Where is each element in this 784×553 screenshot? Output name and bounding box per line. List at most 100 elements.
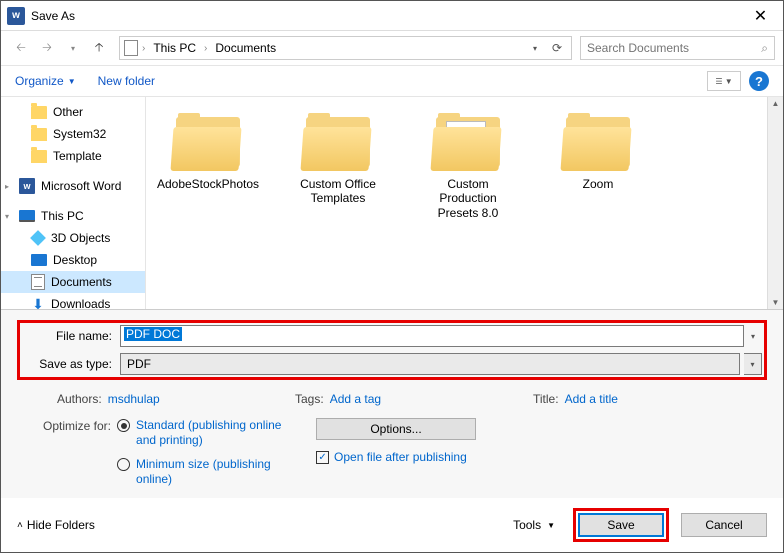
dl-icon: ⬇ (31, 297, 45, 309)
tree-item-label: System32 (53, 127, 106, 141)
hide-folders-button[interactable]: ˄ Hide Folders (17, 518, 95, 532)
collapse-icon[interactable]: ▾ (5, 212, 9, 221)
chevron-right-icon: › (142, 43, 145, 54)
window-title: Save As (31, 9, 75, 23)
tree-item-documents[interactable]: Documents (1, 271, 145, 293)
optimize-standard-label: Standard (publishing online and printing… (136, 418, 296, 447)
tree-item-label: This PC (41, 209, 84, 223)
chevron-down-icon: ▼ (547, 521, 555, 530)
folder-icon (562, 113, 634, 171)
folder-custom-office-templates[interactable]: Custom Office Templates (288, 113, 388, 206)
save-type-value: PDF (127, 357, 151, 371)
3d-icon (30, 230, 46, 246)
tree-item-label: Template (53, 149, 102, 163)
authors-value[interactable]: msdhulap (108, 392, 160, 406)
optimize-label: Optimize for: (43, 418, 111, 433)
breadcrumb-this-pc[interactable]: This PC (149, 40, 200, 56)
change-view-button[interactable]: ☰ ▼ (707, 71, 741, 91)
refresh-button[interactable]: ⟳ (547, 38, 567, 58)
thispc-icon (19, 210, 35, 222)
tree-item-label: Desktop (53, 253, 97, 267)
optimize-minimum-label: Minimum size (publishing online) (136, 457, 296, 486)
tree-item-this-pc[interactable]: ▾ This PC (1, 205, 145, 227)
save-options-panel: File name: PDF DOC ▾ Save as type: PDF ▾ (1, 309, 783, 498)
tree-item-other[interactable]: Other (1, 101, 145, 123)
help-button[interactable]: ? (749, 71, 769, 91)
tools-button[interactable]: Tools ▼ (507, 516, 561, 534)
folder-zoom[interactable]: Zoom (548, 113, 648, 191)
word-icon: w (19, 178, 35, 194)
navigation-tree[interactable]: Other System32 Template ▸ w Microsoft Word ▾ Th… (1, 97, 146, 309)
folder-label: AdobeStockPhotos (157, 177, 259, 191)
filename-input[interactable] (120, 325, 744, 347)
optimize-standard-radio[interactable]: Standard (publishing online and printing… (117, 418, 296, 447)
chevron-right-icon: › (204, 43, 207, 54)
tree-item-label: Microsoft Word (41, 179, 121, 193)
tools-label: Tools (513, 518, 541, 532)
tree-item-3d-objects[interactable]: 3D Objects (1, 227, 145, 249)
tree-item-microsoft-word[interactable]: ▸ w Microsoft Word (1, 175, 145, 197)
title-bar: w Save As ✕ (1, 1, 783, 31)
folder-icon (31, 128, 47, 141)
scrollbar[interactable]: ▲▼ (767, 97, 783, 309)
save-highlight-box: Save (573, 508, 669, 542)
folder-label: Custom Office Templates (288, 177, 388, 206)
tree-item-desktop[interactable]: Desktop (1, 249, 145, 271)
forward-button[interactable]: 🡢 (35, 36, 59, 60)
folder-label: Custom Production Presets 8.0 (418, 177, 518, 220)
nav-bar: 🡠 🡢 ▾ 🡡 › This PC › Documents ▾ ⟳ ⌕ (1, 31, 783, 65)
checkbox-checked-icon: ✓ (316, 451, 329, 464)
tree-item-downloads[interactable]: ⬇ Downloads (1, 293, 145, 309)
docs-icon (31, 274, 45, 290)
new-folder-button[interactable]: New folder (98, 74, 155, 88)
hide-folders-label: Hide Folders (27, 518, 95, 532)
back-button[interactable]: 🡠 (9, 36, 33, 60)
search-input[interactable] (587, 41, 768, 55)
new-folder-label: New folder (98, 74, 155, 88)
save-type-dropdown-button[interactable]: ▾ (744, 353, 762, 375)
filename-label: File name: (22, 329, 116, 343)
chevron-up-icon: ˄ (17, 520, 23, 531)
tree-item-template[interactable]: Template (1, 145, 145, 167)
save-type-select[interactable]: PDF (120, 353, 740, 375)
cancel-button[interactable]: Cancel (681, 513, 767, 537)
organize-label: Organize (15, 74, 64, 88)
close-button[interactable]: ✕ (738, 1, 783, 31)
authors-label: Authors: (57, 392, 102, 406)
folder-adobestockphotos[interactable]: AdobeStockPhotos (158, 113, 258, 191)
folder-icon (31, 106, 47, 119)
tree-item-label: Other (53, 105, 83, 119)
folder-label: Zoom (583, 177, 614, 191)
title-value[interactable]: Add a title (565, 392, 618, 406)
title-label: Title: (533, 392, 559, 406)
breadcrumb-documents[interactable]: Documents (211, 40, 280, 56)
toolbar: Organize ▼ New folder ☰ ▼ ? (1, 65, 783, 97)
chevron-down-icon: ▼ (68, 77, 76, 86)
open-after-checkbox[interactable]: ✓ Open file after publishing (316, 450, 467, 464)
tree-item-system32[interactable]: System32 (1, 123, 145, 145)
options-button[interactable]: Options... (316, 418, 476, 440)
explorer-pane: Other System32 Template ▸ w Microsoft Word ▾ Th… (1, 97, 783, 309)
up-button[interactable]: 🡡 (87, 36, 111, 60)
search-box[interactable]: ⌕ (580, 36, 775, 60)
save-button[interactable]: Save (578, 513, 664, 537)
organize-button[interactable]: Organize ▼ (15, 74, 76, 88)
filename-dropdown-button[interactable]: ▾ (744, 325, 762, 347)
folder-content[interactable]: AdobeStockPhotos Custom Office Templates C… (146, 97, 767, 309)
folder-custom-production-presets-8-0[interactable]: Custom Production Presets 8.0 (418, 113, 518, 220)
expand-icon[interactable]: ▸ (5, 182, 9, 191)
address-dropdown-button[interactable]: ▾ (525, 38, 545, 58)
dialog-footer: ˄ Hide Folders Tools ▼ Save Cancel (1, 498, 783, 552)
search-icon: ⌕ (761, 41, 768, 56)
recent-locations-button[interactable]: ▾ (61, 36, 85, 60)
open-after-label: Open file after publishing (334, 450, 467, 464)
folder-icon (31, 150, 47, 163)
tree-item-label: Downloads (51, 297, 110, 309)
word-app-icon: w (7, 7, 25, 25)
radio-unchecked-icon (117, 458, 130, 471)
save-type-label: Save as type: (22, 357, 116, 371)
address-bar[interactable]: › This PC › Documents ▾ ⟳ (119, 36, 572, 60)
tags-label: Tags: (295, 392, 324, 406)
optimize-minimum-radio[interactable]: Minimum size (publishing online) (117, 457, 296, 486)
tags-value[interactable]: Add a tag (330, 392, 381, 406)
